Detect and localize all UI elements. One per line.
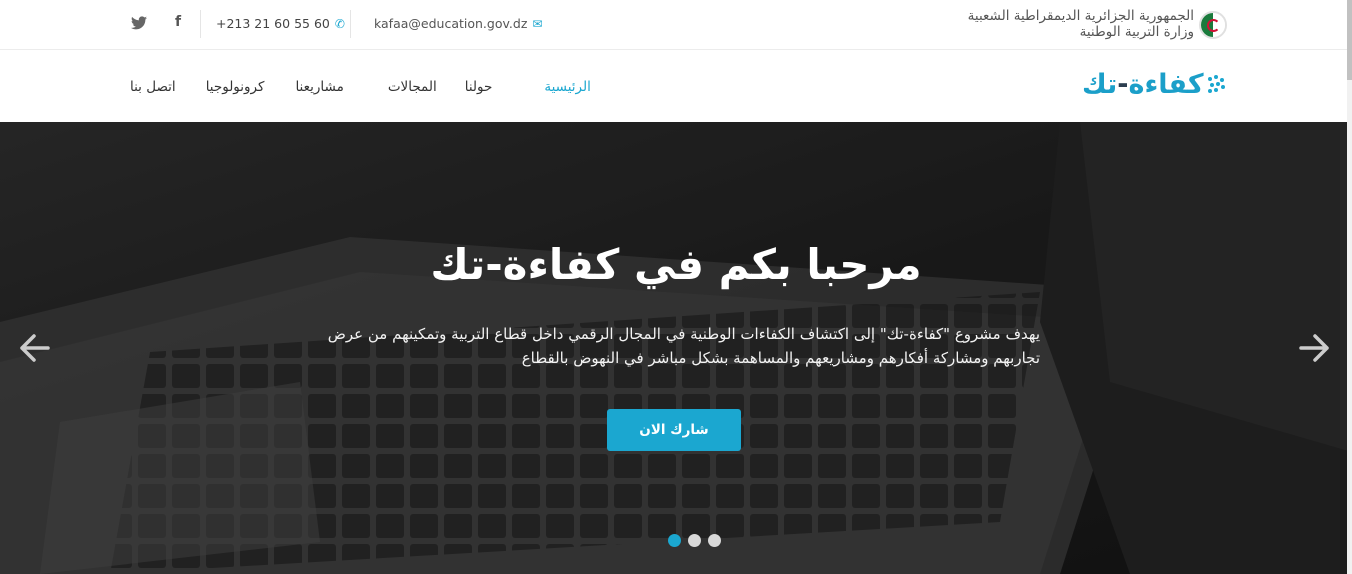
logo-dots-icon	[1206, 74, 1226, 95]
phone-text: +213 21 60 55 60	[216, 16, 330, 31]
nav-item-projects[interactable]: مشاريعنا	[295, 79, 343, 95]
logo-text: كفاءة-تك	[1082, 69, 1204, 100]
nav-item-chronology[interactable]: كرونولوجيا	[206, 79, 265, 95]
slider-dot-2[interactable]	[688, 534, 701, 547]
participate-button[interactable]: شارك الان	[607, 409, 741, 451]
nav-item-home[interactable]: الرئيسية	[544, 79, 591, 95]
gov-line-1: الجمهورية الجزائرية الديمقراطية الشعبية	[967, 8, 1194, 24]
hero-title: مرحبا بكم في كفاءة-تك	[430, 240, 922, 289]
phone-link[interactable]: +213 21 60 55 60 ✆	[216, 16, 345, 31]
arrow-right-icon[interactable]	[1297, 330, 1333, 366]
page-scrollbar[interactable]	[1347, 0, 1352, 574]
nav-item-fields[interactable]: المجالات	[388, 79, 437, 95]
slider-dot-3[interactable]	[708, 534, 721, 547]
algeria-flag-icon	[1199, 11, 1227, 39]
scrollbar-thumb[interactable]	[1347, 0, 1352, 80]
phone-icon: ✆	[334, 16, 345, 31]
divider	[350, 10, 351, 38]
email-text: kafaa@education.gov.dz	[374, 16, 528, 31]
twitter-icon[interactable]	[131, 16, 147, 30]
divider	[200, 10, 201, 38]
facebook-icon[interactable]: f	[175, 14, 181, 30]
gov-line-2: وزارة التربية الوطنية	[1079, 24, 1194, 40]
top-bar: الجمهورية الجزائرية الديمقراطية الشعبية …	[0, 0, 1352, 50]
government-title: الجمهورية الجزائرية الديمقراطية الشعبية …	[968, 8, 1194, 40]
site-logo[interactable]: كفاءة-تك	[1082, 69, 1226, 100]
envelope-icon: ✉	[532, 16, 543, 31]
slider-dot-1[interactable]	[668, 534, 681, 547]
main-navbar: كفاءة-تك الرئيسية حولنا المجالات مشاريعن…	[0, 51, 1352, 122]
hero-description: يهدف مشروع "كفاءة-تك" إلى اكتشاف الكفاءا…	[327, 325, 1040, 367]
nav-item-contact[interactable]: اتصل بنا	[130, 79, 176, 95]
nav-menu: الرئيسية حولنا المجالات مشاريعنا كرونولو…	[130, 51, 591, 122]
email-link[interactable]: kafaa@education.gov.dz ✉	[374, 16, 542, 31]
slider-pagination	[668, 534, 721, 547]
nav-item-about[interactable]: حولنا	[465, 79, 493, 95]
arrow-left-icon[interactable]	[16, 330, 52, 366]
hero-slider: مرحبا بكم في كفاءة-تك يهدف مشروع "كفاءة-…	[0, 122, 1352, 574]
